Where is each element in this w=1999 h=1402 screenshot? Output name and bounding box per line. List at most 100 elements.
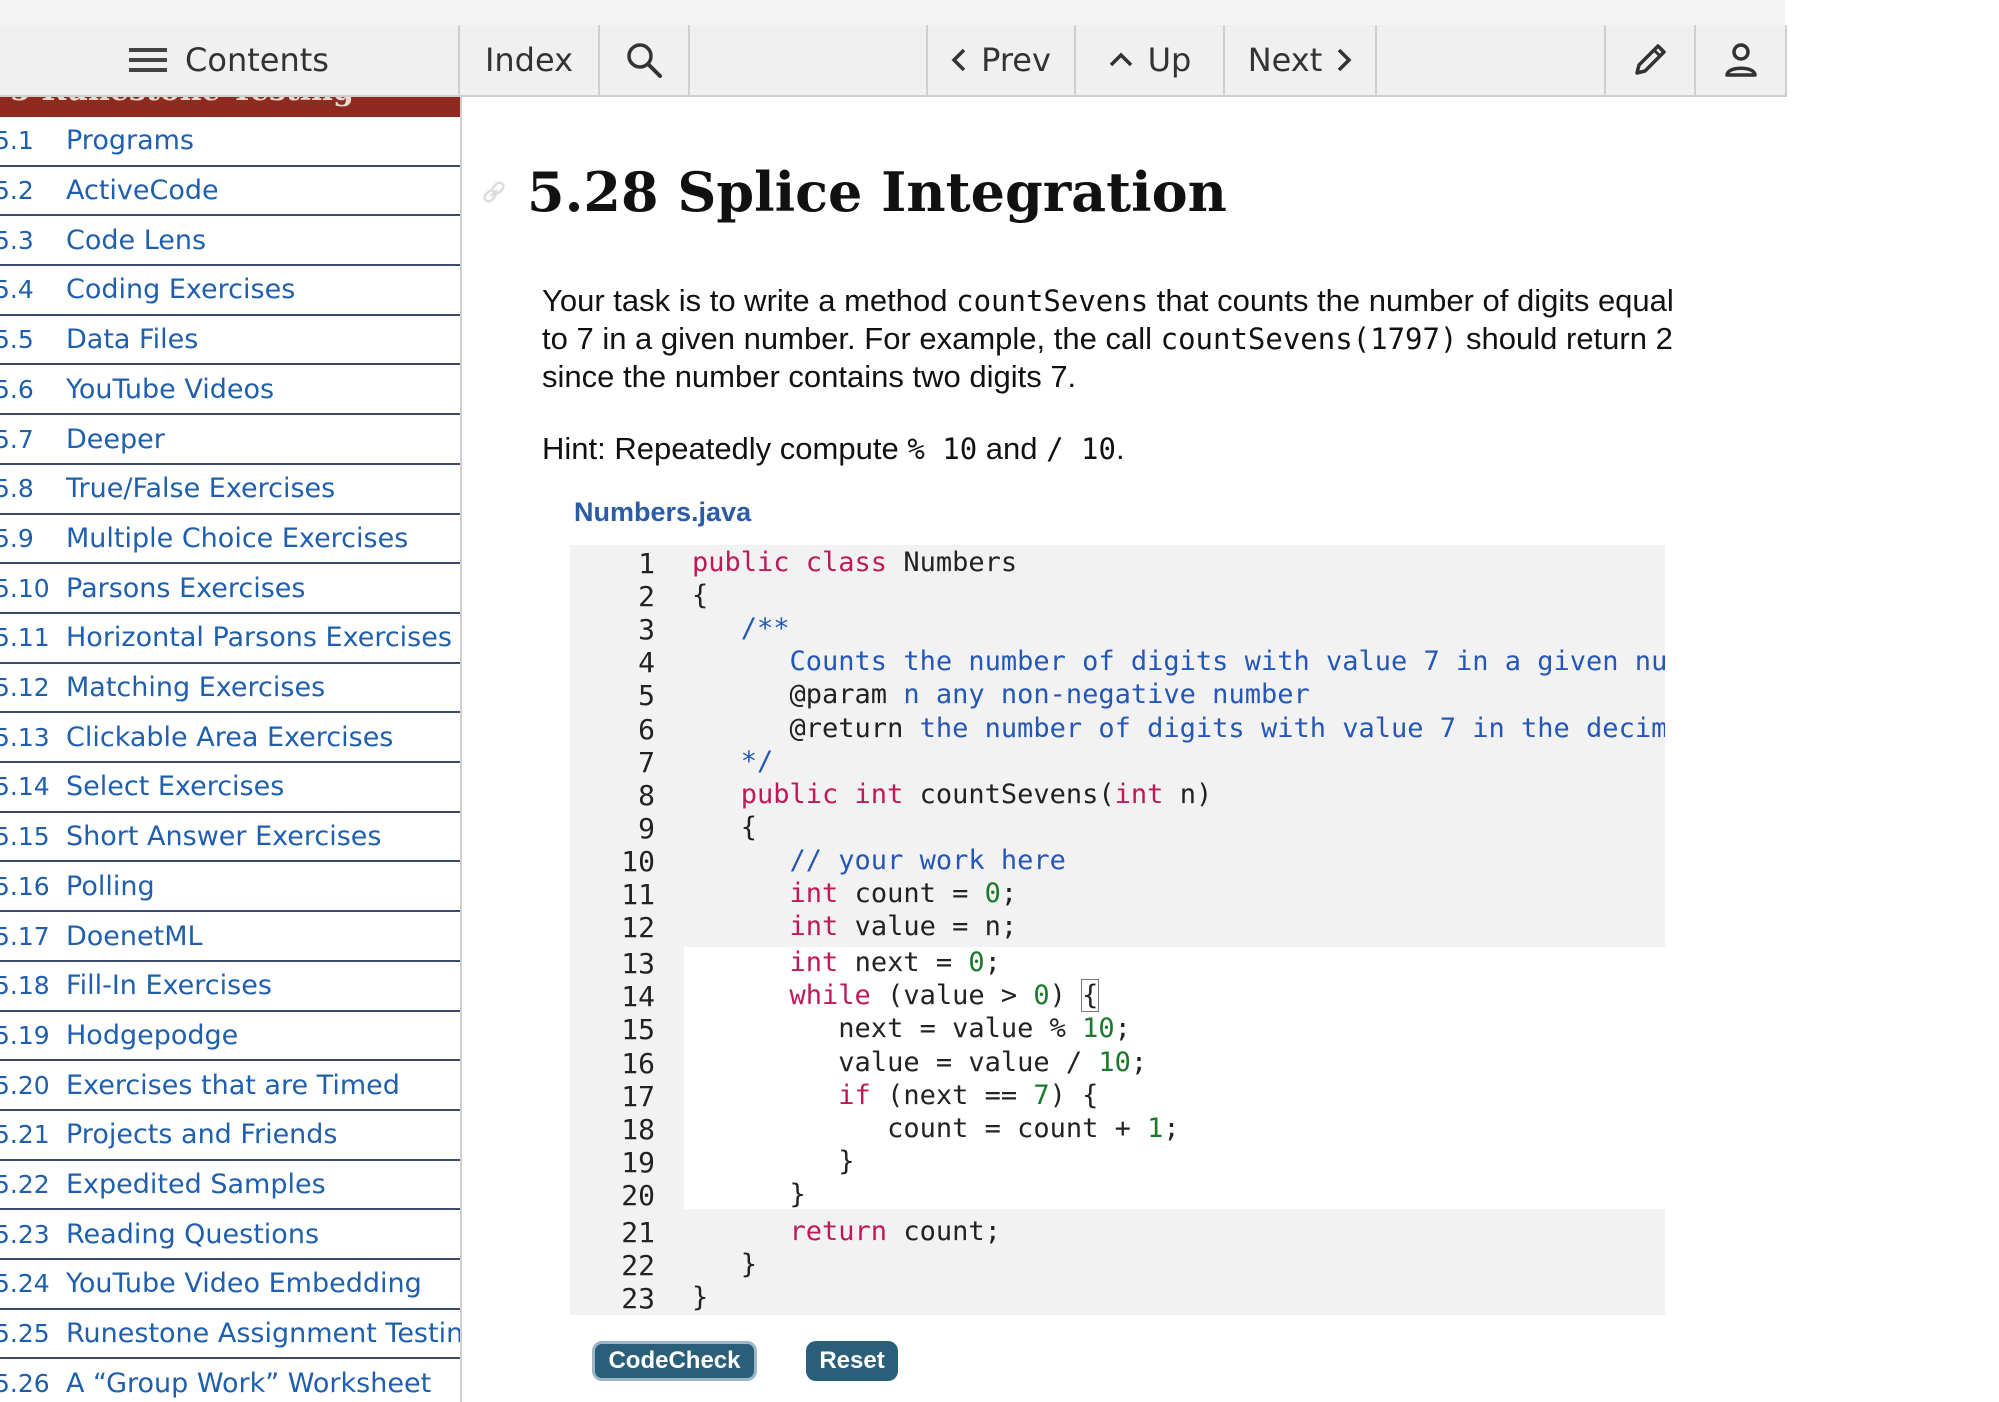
code-line[interactable]: int next = 0; <box>692 947 1001 978</box>
toc-item[interactable]: 5.8 True/False Exercises <box>0 465 460 515</box>
toc-item[interactable]: 5.4 Coding Exercises <box>0 266 460 316</box>
code-line[interactable]: value = value / 10; <box>692 1047 1147 1078</box>
code-line[interactable]: } <box>692 1179 806 1210</box>
contents-button[interactable]: Contents <box>0 25 460 95</box>
toc-item-number: 5.4 <box>0 275 34 305</box>
code-line[interactable]: // your work here <box>692 845 1066 876</box>
code-token: value = value / <box>692 1046 1099 1078</box>
toc-item[interactable]: 5.20 Exercises that are Timed <box>0 1061 460 1111</box>
user-button[interactable] <box>1696 25 1785 95</box>
code-line[interactable]: public int countSevens(int n) <box>692 779 1212 810</box>
index-button[interactable]: Index <box>460 25 600 95</box>
line-number: 3 <box>638 613 655 647</box>
code-token: { <box>692 580 709 612</box>
toc-item[interactable]: 5.6 YouTube Videos <box>0 366 460 416</box>
toolbar-spacer-left <box>690 25 928 95</box>
code-line[interactable]: while (value > 0) { <box>692 979 1100 1013</box>
toc-item-label: Programs <box>66 125 194 157</box>
up-button[interactable]: Up <box>1076 25 1225 95</box>
toc-item[interactable]: 5.18 Fill-In Exercises <box>0 962 460 1012</box>
code-line[interactable]: int value = n; <box>692 911 1018 943</box>
code-token: 10 <box>1082 1013 1115 1045</box>
code-line[interactable]: count = count + 1; <box>692 1113 1180 1144</box>
toc-item-number: 5.1 <box>0 126 34 156</box>
toc-item-label: Short Answer Exercises <box>66 821 382 853</box>
code-line[interactable]: public class Numbers <box>692 547 1017 578</box>
toc-item[interactable]: 5.12 Matching Exercises <box>0 664 460 714</box>
toc-item[interactable]: 5.7 Deeper <box>0 415 460 465</box>
code-token: ) <box>1049 980 1083 1012</box>
toc-item[interactable]: 5.15 Short Answer Exercises <box>0 813 460 863</box>
code-line[interactable]: Counts the number of digits with value 7… <box>692 646 1665 677</box>
code-line[interactable]: return count; <box>692 1216 1001 1247</box>
code-token: int <box>692 911 839 943</box>
toc-item-label: ActiveCode <box>66 175 219 207</box>
toc-item[interactable]: 5.11 Horizontal Parsons Exercises <box>0 614 460 664</box>
toc-item[interactable]: 5.13 Clickable Area Exercises <box>0 713 460 764</box>
chevron-up-icon <box>1108 52 1134 68</box>
code-line[interactable]: { <box>692 812 757 843</box>
code-editor[interactable]: 1 2 3 4 5 6 7 8 9 10 11 12 13 14 15 16 17 18 19 20 21 22 23 pu… <box>570 545 1665 1315</box>
toc-item[interactable]: 5.5 Data Files <box>0 316 460 366</box>
chapter-header[interactable]: 5 Runestone Testing <box>0 97 460 117</box>
toc-item-number: 5.13 <box>0 722 50 752</box>
code-line[interactable]: /** <box>692 613 790 644</box>
codecheck-button[interactable]: CodeCheck <box>592 1341 757 1381</box>
toc-item[interactable]: 5.2 ActiveCode <box>0 167 460 217</box>
toc-item-label: Expedited Samples <box>66 1169 326 1201</box>
reset-button[interactable]: Reset <box>806 1341 898 1381</box>
code-token: while <box>692 980 871 1012</box>
code-line[interactable]: } <box>692 1249 757 1280</box>
toc-item[interactable]: 5.3 Code Lens <box>0 216 460 267</box>
code-token: } <box>692 1249 758 1281</box>
toc-item[interactable]: 5.23 Reading Questions <box>0 1210 460 1261</box>
toc-item[interactable]: 5.25 Runestone Assignment Testing <box>0 1310 460 1360</box>
toc-item[interactable]: 5.26 A “Group Work” Worksheet <box>0 1360 460 1402</box>
toc-item[interactable]: 5.21 Projects and Friends <box>0 1111 460 1161</box>
code-line[interactable]: next = value % 10; <box>692 1013 1131 1044</box>
code-line[interactable]: { <box>692 580 708 611</box>
toc-item-number: 5.21 <box>0 1120 50 1150</box>
next-button[interactable]: Next <box>1225 25 1377 95</box>
toc-item[interactable]: 5.1 Programs <box>0 117 460 167</box>
toc-item[interactable]: 5.9 Multiple Choice Exercises <box>0 515 460 565</box>
line-number: 22 <box>621 1249 655 1283</box>
toc-item[interactable]: 5.17 DoenetML <box>0 912 460 962</box>
toc-item-number: 5.9 <box>0 523 34 553</box>
code-line[interactable]: } <box>692 1146 854 1177</box>
line-number: 12 <box>621 911 655 945</box>
code-line[interactable]: @return the number of digits with value … <box>692 713 1665 744</box>
toc-item-label: Coding Exercises <box>66 274 296 306</box>
toc-item[interactable]: 5.16 Polling <box>0 863 460 913</box>
prev-button[interactable]: Prev <box>928 25 1076 95</box>
page-title: 5.28 Splice Integration <box>527 160 1227 224</box>
code-token: value = n; <box>838 911 1018 943</box>
code-token: 0 <box>984 878 1001 909</box>
toc-item-label: Hodgepodge <box>66 1019 239 1051</box>
toc-item[interactable]: 5.10 Parsons Exercises <box>0 564 460 614</box>
code-line[interactable]: @param n any non-negative number <box>692 679 1310 710</box>
toc-item[interactable]: 5.22 Expedited Samples <box>0 1161 460 1211</box>
search-button[interactable] <box>600 25 690 95</box>
task-code-1: countSevens <box>956 284 1149 318</box>
line-number: 1 <box>638 547 655 580</box>
toc-item[interactable]: 5.24 YouTube Video Embedding <box>0 1260 460 1310</box>
code-line[interactable]: int count = 0; <box>692 878 1018 909</box>
toc-item-number: 5.14 <box>0 772 50 802</box>
code-token: return <box>692 1216 888 1247</box>
code-token: the number of digits with value 7 in the… <box>919 712 1665 744</box>
code-token: Numbers <box>887 547 1018 578</box>
line-number: 5 <box>638 679 655 713</box>
toc-item-number: 5.5 <box>0 325 34 355</box>
edit-button[interactable] <box>1606 25 1696 95</box>
code-line[interactable]: */ <box>692 746 774 777</box>
code-line[interactable]: } <box>692 1282 708 1313</box>
toc-item[interactable]: 5.19 Hodgepodge <box>0 1012 460 1062</box>
code-token: (next == <box>870 1079 1034 1111</box>
code-token: 0 <box>968 947 985 979</box>
toolbar: Contents Index Prev Up Next <box>0 25 1787 97</box>
link-icon[interactable] <box>481 180 507 210</box>
toc-item[interactable]: 5.14 Select Exercises <box>0 763 460 813</box>
code-line[interactable]: if (next == 7) { <box>692 1080 1098 1111</box>
filename-label: Numbers.java <box>574 497 752 527</box>
